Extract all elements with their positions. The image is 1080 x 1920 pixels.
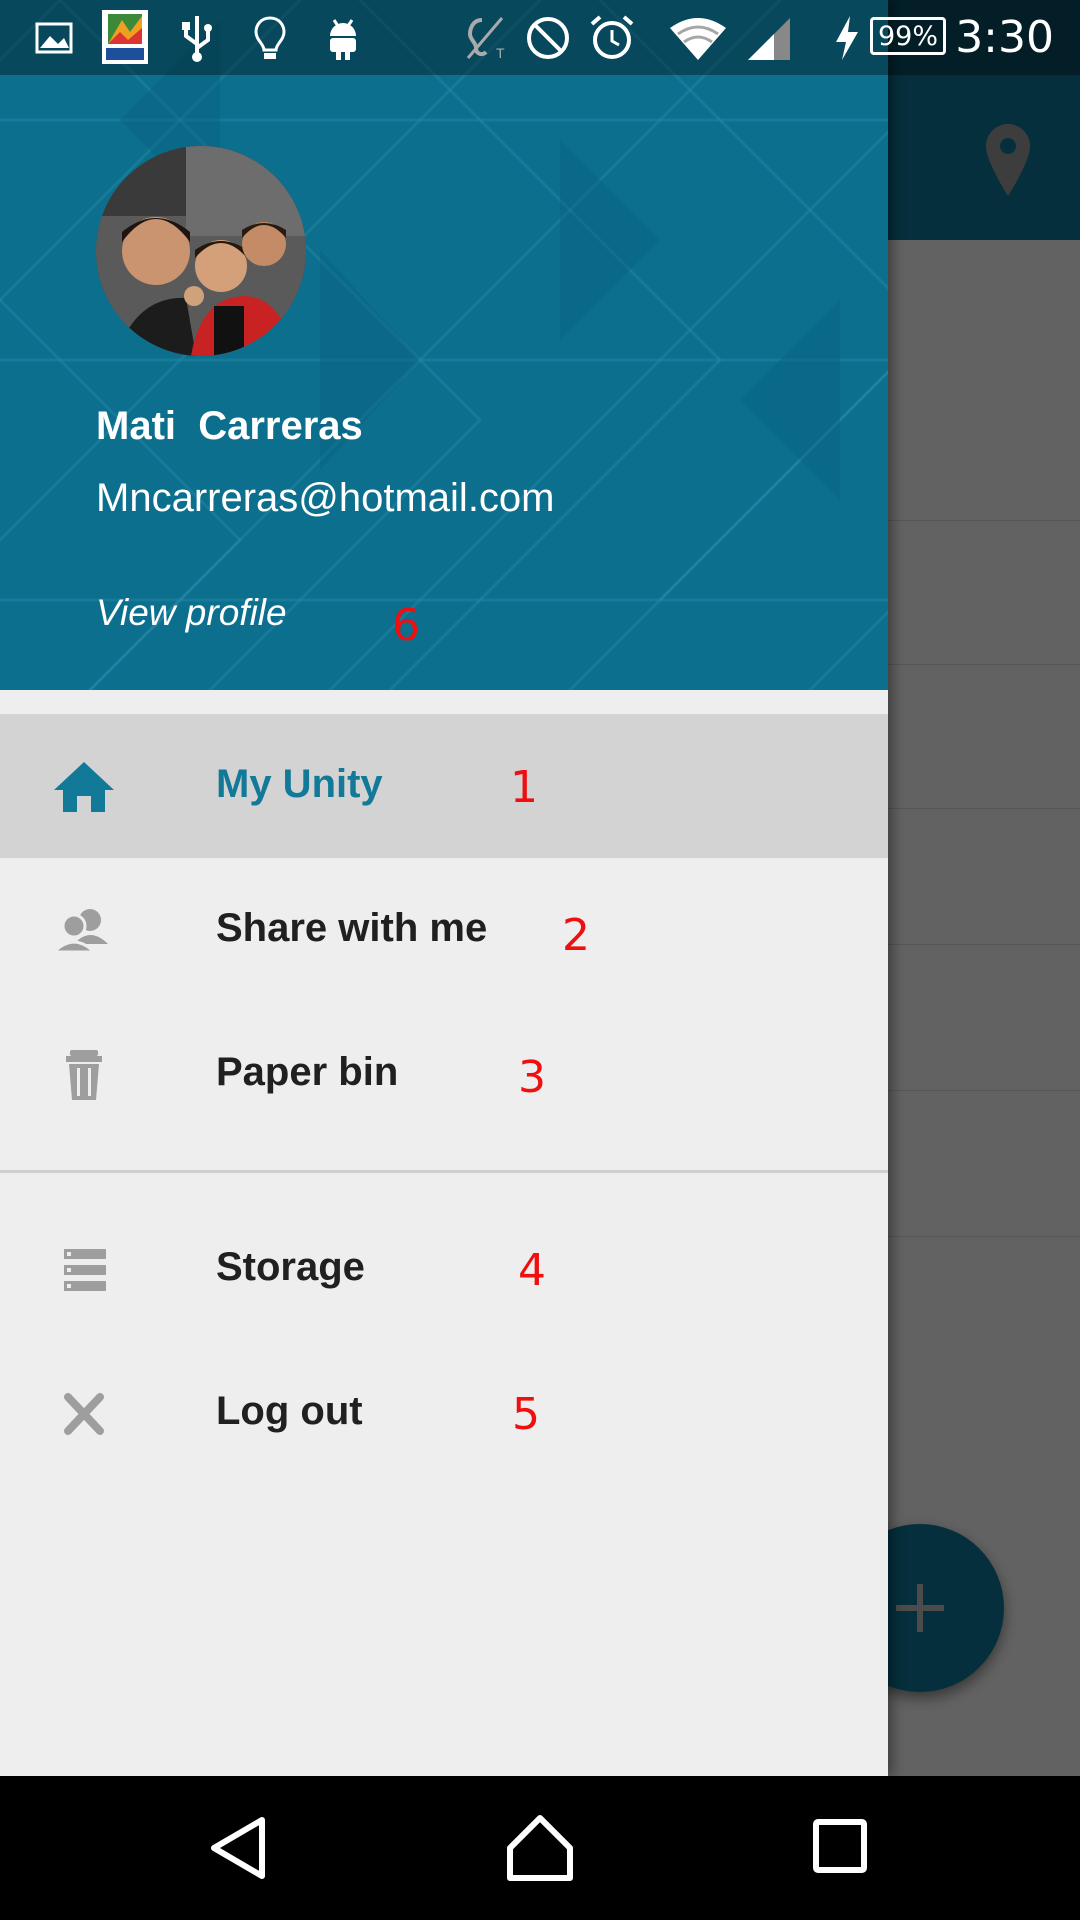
nav-item-label: My Unity — [216, 762, 383, 806]
close-icon — [64, 1393, 104, 1435]
battery-indicator: 99% — [870, 17, 946, 55]
nav-item-label: Log out — [216, 1389, 363, 1433]
view-profile-link[interactable]: View profile — [96, 592, 287, 634]
profile-photo — [96, 146, 306, 356]
avatar[interactable] — [96, 146, 306, 356]
android-icon — [330, 19, 356, 60]
annotation-label: 4 — [518, 1245, 546, 1296]
divider — [0, 1170, 888, 1173]
svg-text:T: T — [496, 45, 505, 61]
header-pattern — [0, 0, 888, 690]
usb-icon — [182, 16, 212, 62]
nav-item-storage[interactable]: Storage 4 — [0, 1197, 888, 1341]
image-icon — [35, 22, 73, 54]
signal-icon — [748, 18, 790, 60]
storage-icon — [64, 1249, 106, 1291]
home-icon — [54, 762, 114, 812]
nav-item-my-unity[interactable]: My Unity 1 — [0, 714, 888, 858]
nav-item-label: Paper bin — [216, 1050, 399, 1094]
home-nav-icon[interactable] — [500, 1812, 580, 1884]
alarm-icon — [590, 15, 634, 59]
nav-item-share-with-me[interactable]: Share with me 2 — [0, 858, 888, 1002]
annotation-label: 2 — [562, 910, 590, 961]
back-icon[interactable] — [200, 1812, 280, 1884]
wifi-icon — [670, 18, 726, 60]
block-icon — [527, 17, 569, 59]
drawer-header: Mati Carreras Mncarreras@hotmail.com Vie… — [0, 0, 888, 690]
avg-pro-icon — [102, 10, 148, 64]
status-bar: T 99% 3:30 — [0, 0, 1080, 75]
user-name: Mati Carreras — [96, 404, 363, 448]
nav-item-paper-bin[interactable]: Paper bin 3 — [0, 1002, 888, 1146]
system-navigation-bar — [0, 1776, 1080, 1920]
clock: 3:30 — [955, 12, 1054, 63]
hearing-aid-icon: T — [466, 17, 505, 61]
charging-icon — [836, 16, 858, 60]
trash-icon — [66, 1050, 102, 1100]
nav-item-log-out[interactable]: Log out 5 — [0, 1341, 888, 1485]
nav-item-label: Share with me — [216, 906, 488, 950]
people-icon — [52, 909, 108, 954]
recents-icon[interactable] — [800, 1812, 880, 1884]
user-email: Mncarreras@hotmail.com — [96, 476, 555, 520]
annotation-label: 6 — [392, 600, 420, 651]
lightbulb-icon — [254, 16, 286, 59]
navigation-drawer: Mati Carreras Mncarreras@hotmail.com Vie… — [0, 0, 888, 1776]
annotation-label: 3 — [518, 1052, 546, 1103]
nav-item-label: Storage — [216, 1245, 365, 1289]
annotation-label: 5 — [512, 1389, 540, 1440]
annotation-label: 1 — [510, 762, 538, 813]
